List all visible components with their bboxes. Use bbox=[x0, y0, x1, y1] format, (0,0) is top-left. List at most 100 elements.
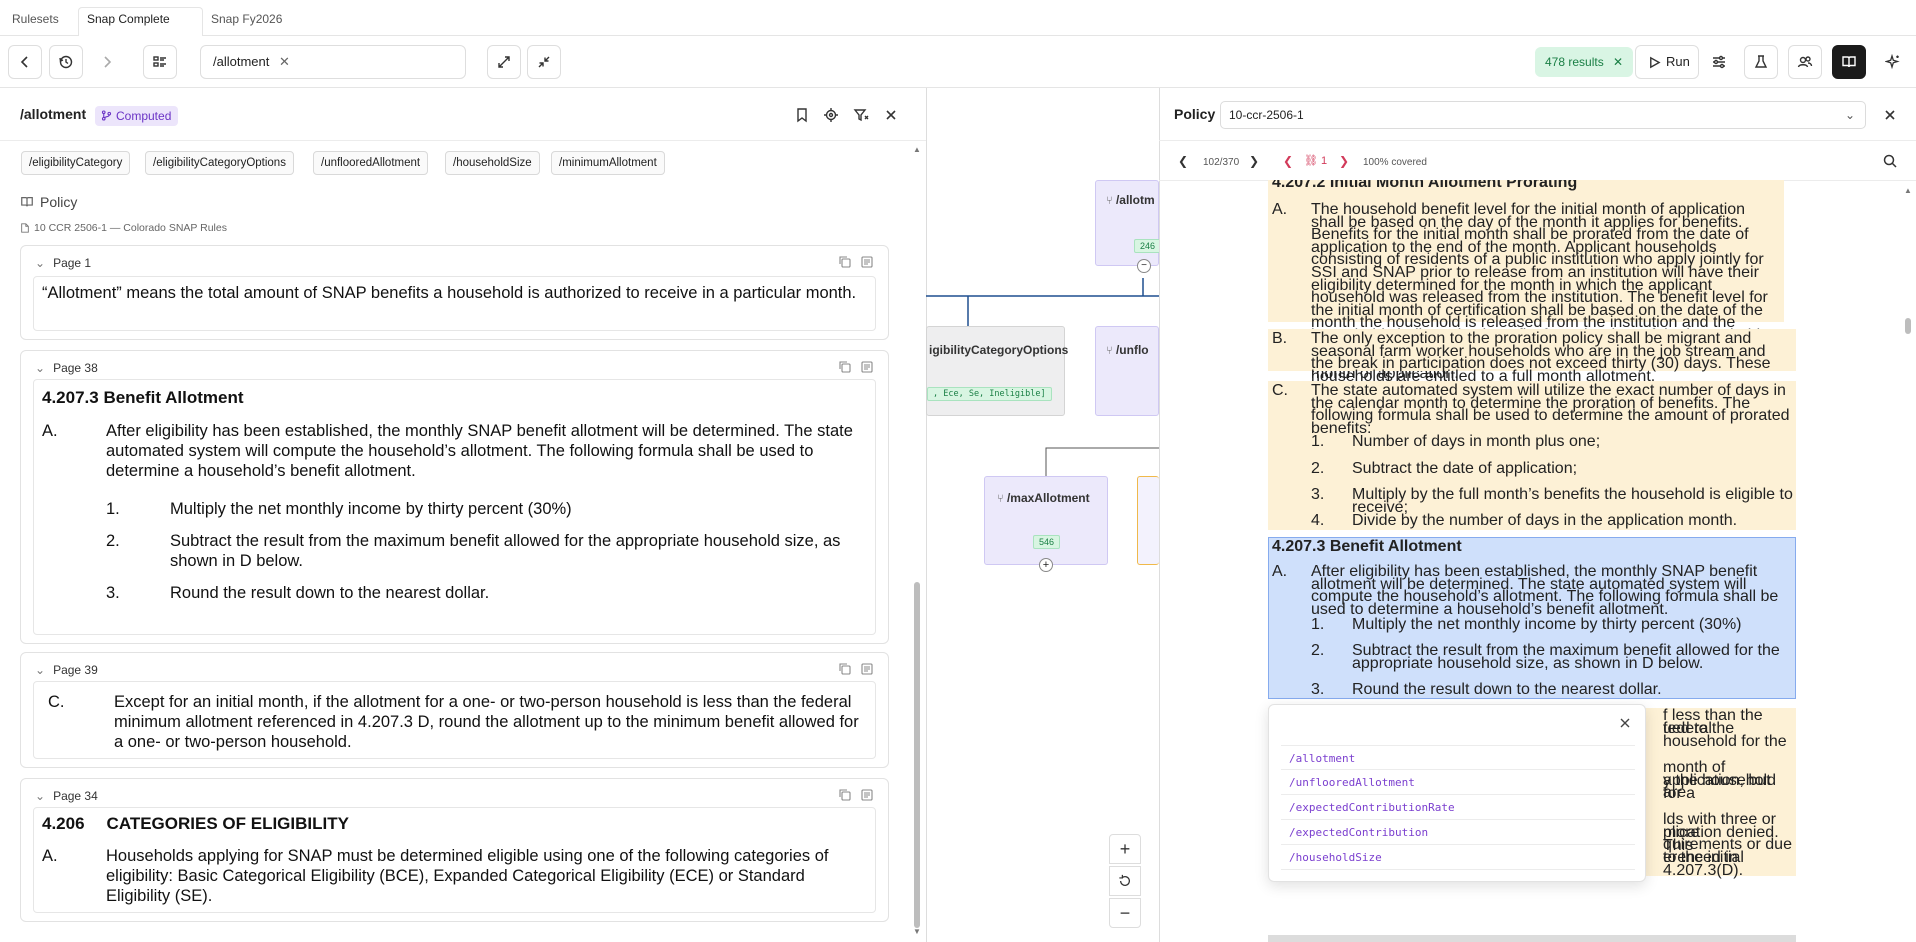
copy-icon[interactable] bbox=[838, 360, 852, 374]
open-document-icon[interactable] bbox=[860, 255, 874, 269]
prev-match-icon[interactable]: ❮ bbox=[1283, 154, 1293, 168]
graph-node-max-allotment[interactable]: ⑂ /maxAllotment 546 bbox=[984, 476, 1108, 565]
sliders-icon bbox=[1713, 55, 1725, 69]
book-view-button[interactable] bbox=[1832, 45, 1866, 79]
tab-snap-complete[interactable]: Snap Complete bbox=[78, 7, 203, 36]
card-text: “Allotment” means the total amount of SN… bbox=[33, 276, 876, 331]
divider bbox=[0, 140, 926, 141]
card-text: 4.206 CATEGORIES OF ELIGIBILITY A. Househ… bbox=[33, 807, 876, 913]
run-label: Run bbox=[1666, 54, 1690, 69]
open-document-icon[interactable] bbox=[860, 788, 874, 802]
collapse-node-icon[interactable]: − bbox=[1137, 259, 1151, 273]
bookmark-icon[interactable] bbox=[794, 107, 810, 123]
open-document-icon[interactable] bbox=[860, 360, 874, 374]
policy-card-page-39: ⌄ Page 39 C. Except for an initial month,… bbox=[20, 652, 889, 768]
search-icon[interactable] bbox=[1882, 153, 1898, 169]
list-view-button[interactable] bbox=[143, 45, 177, 79]
popup-link-expected-contribution[interactable]: /expectedContribution bbox=[1281, 820, 1635, 845]
card-header[interactable]: ⌄ Page 38 bbox=[35, 361, 98, 375]
scroll-up-icon[interactable]: ▲ bbox=[1904, 186, 1912, 195]
copy-icon[interactable] bbox=[838, 255, 852, 269]
close-icon[interactable] bbox=[883, 107, 899, 123]
users-icon bbox=[1797, 56, 1813, 68]
scroll-up-icon[interactable]: ▲ bbox=[913, 146, 921, 154]
card-header[interactable]: ⌄ Page 1 bbox=[35, 256, 91, 270]
card-page-label: Page 38 bbox=[53, 361, 98, 375]
doc-fragment: erenced in 4.207.3(D). bbox=[1663, 849, 1744, 879]
card-text: C. Except for an initial month, if the a… bbox=[33, 681, 876, 759]
ai-button[interactable] bbox=[1876, 45, 1910, 79]
chip-household-size[interactable]: /householdSize bbox=[445, 151, 540, 175]
popup-link-expected-contribution-rate[interactable]: /expectedContributionRate bbox=[1281, 795, 1635, 820]
node-title: ⑂ /maxAllotment bbox=[997, 491, 1090, 505]
card-page-label: Page 1 bbox=[53, 256, 92, 270]
close-popup-icon[interactable] bbox=[1619, 717, 1631, 729]
filter-icon[interactable] bbox=[853, 107, 869, 123]
list-number: 1. bbox=[1311, 616, 1325, 633]
scrollbar-thumb[interactable] bbox=[1905, 318, 1911, 334]
policy-card-page-38: ⌄ Page 38 4.207.3 Benefit Allotment A. Af… bbox=[20, 350, 889, 644]
node-title: ⑂ /allotm bbox=[1106, 193, 1155, 207]
policy-panel-title: Policy bbox=[1174, 106, 1216, 122]
play-icon bbox=[1650, 56, 1661, 69]
policy-select[interactable]: 10-ccr-2506-1 ⌄ bbox=[1220, 101, 1866, 129]
chip-eligibility-category[interactable]: /eligibilityCategory bbox=[21, 151, 131, 175]
clear-results-icon[interactable]: ✕ bbox=[1613, 55, 1623, 69]
chip-unfloored-allotment[interactable]: /unflooredAllotment bbox=[313, 151, 429, 175]
graph-node-unfloored-allotment[interactable]: ⑂ /unflo bbox=[1095, 326, 1159, 416]
expand-button[interactable] bbox=[487, 45, 521, 79]
chip-eligibility-category-options[interactable]: /eligibilityCategoryOptions bbox=[145, 151, 294, 175]
results-badge[interactable]: 478 results ✕ bbox=[1535, 47, 1634, 77]
chip-minimum-allotment[interactable]: /minimumAllotment bbox=[551, 151, 665, 175]
prev-page-icon[interactable]: ❮ bbox=[1178, 154, 1188, 168]
chevron-left-icon bbox=[20, 56, 28, 68]
popup-link-unfloored-allotment[interactable]: /unflooredAllotment bbox=[1281, 770, 1635, 795]
doc-letter: C. bbox=[1272, 382, 1288, 399]
policy-select-value: 10-ccr-2506-1 bbox=[1229, 108, 1304, 122]
policy-scrollbar[interactable]: ▲ bbox=[1904, 186, 1912, 942]
collapse-button[interactable] bbox=[527, 45, 561, 79]
back-button[interactable] bbox=[8, 45, 42, 79]
tab-rulesets[interactable]: Rulesets bbox=[4, 8, 67, 30]
section-paragraph: Households applying for SNAP must be det… bbox=[106, 847, 829, 905]
card-header[interactable]: ⌄ Page 34 bbox=[35, 789, 98, 803]
zoom-in-button[interactable]: + bbox=[1109, 834, 1141, 864]
next-match-icon[interactable]: ❯ bbox=[1339, 154, 1349, 168]
doc-fragment: ued to the household for the bbox=[1663, 720, 1787, 750]
popup-link-allotment[interactable]: /allotment bbox=[1281, 745, 1635, 770]
card-header[interactable]: ⌄ Page 39 bbox=[35, 663, 98, 677]
open-document-icon[interactable] bbox=[860, 662, 874, 676]
history-button[interactable] bbox=[49, 45, 83, 79]
scrollbar-thumb[interactable] bbox=[914, 582, 920, 928]
locate-icon[interactable] bbox=[823, 107, 839, 123]
settings-sliders-button[interactable] bbox=[1702, 45, 1736, 79]
reset-view-button[interactable] bbox=[1109, 866, 1141, 896]
doc-heading: 4.207.2 Initial Month Allotment Proratin… bbox=[1272, 180, 1578, 191]
test-button[interactable] bbox=[1744, 45, 1778, 79]
scrollbar[interactable]: ▲ ▼ bbox=[913, 146, 921, 936]
graph-node-partial[interactable] bbox=[1137, 476, 1159, 565]
users-button[interactable] bbox=[1788, 45, 1822, 79]
section-paragraph: After eligibility has been established, … bbox=[106, 422, 853, 480]
graph-node-eligibility-category-options[interactable]: igibilityCategoryOptions , Ece, Se, Inel… bbox=[926, 326, 1068, 416]
plus-icon: + bbox=[1119, 838, 1131, 859]
page-counter: 102/370 bbox=[1203, 157, 1240, 168]
copy-icon[interactable] bbox=[838, 788, 852, 802]
clear-path-icon[interactable]: ✕ bbox=[279, 54, 290, 69]
forward-button[interactable] bbox=[90, 45, 124, 79]
next-page-icon[interactable]: ❯ bbox=[1249, 154, 1259, 168]
computed-label: Computed bbox=[116, 109, 172, 123]
close-policy-icon[interactable] bbox=[1882, 107, 1898, 123]
chevron-down-icon: ⌄ bbox=[35, 256, 46, 270]
path-input[interactable]: /allotment ✕ bbox=[200, 45, 466, 79]
run-button[interactable]: Run bbox=[1635, 45, 1699, 79]
zoom-out-button[interactable]: − bbox=[1109, 898, 1141, 928]
list-number: 1. bbox=[106, 500, 120, 518]
popup-link-household-size[interactable]: /householdSize bbox=[1281, 845, 1635, 870]
scroll-down-icon[interactable]: ▼ bbox=[913, 928, 921, 936]
list-number: 2. bbox=[1311, 642, 1325, 659]
tab-snap-fy2026[interactable]: Snap Fy2026 bbox=[203, 8, 290, 30]
copy-icon[interactable] bbox=[838, 662, 852, 676]
expand-node-icon[interactable]: + bbox=[1039, 558, 1053, 572]
graph-node-allotment[interactable]: ⑂ /allotm 246 bbox=[1095, 180, 1162, 266]
